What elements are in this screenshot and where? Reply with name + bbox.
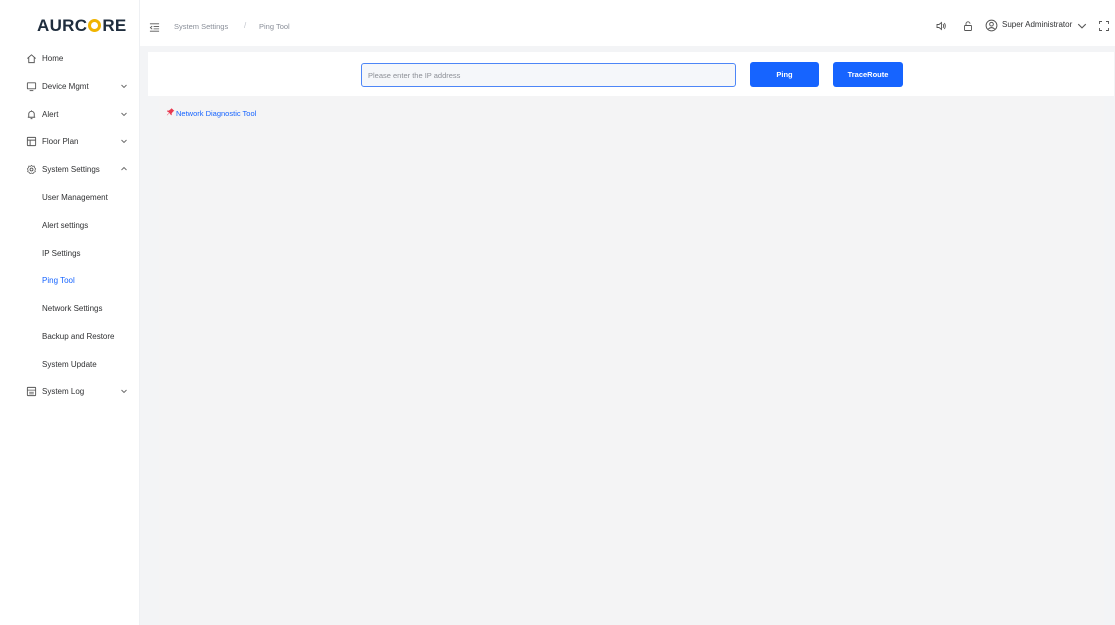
monitor-icon (26, 81, 37, 92)
sidebar-subitem-user-management[interactable]: User Management (0, 184, 140, 210)
sidebar-subitem-network-settings[interactable]: Network Settings (0, 295, 140, 321)
traceroute-button[interactable]: TraceRoute (833, 62, 903, 87)
sidebar-subitem-alert-settings[interactable]: Alert settings (0, 212, 140, 238)
log-icon (26, 386, 37, 397)
logo-text: RE (102, 16, 127, 35)
sidebar-subitem-label: System Update (42, 359, 97, 369)
speaker-icon[interactable] (935, 20, 947, 32)
lock-icon[interactable] (962, 20, 974, 32)
chevron-up-icon (121, 166, 127, 171)
sidebar-item-label: Home (42, 53, 64, 63)
breadcrumb-separator: / (244, 21, 247, 30)
sidebar-item-system-settings[interactable]: System Settings (0, 156, 140, 182)
sidebar-subitem-system-update[interactable]: System Update (0, 351, 140, 377)
home-icon (26, 53, 37, 64)
sidebar-item-device-mgmt[interactable]: Device Mgmt (0, 73, 140, 99)
top-header: System Settings / Ping Tool Super Admini… (140, 0, 1115, 52)
sidebar-subitem-label: Ping Tool (42, 275, 75, 285)
sidebar-item-label: System Log (42, 386, 85, 396)
sidebar-item-home[interactable]: Home (0, 45, 140, 71)
menu-fold-icon[interactable] (149, 22, 160, 33)
chevron-down-icon[interactable] (1077, 21, 1087, 31)
floor-plan-icon (26, 136, 37, 147)
sidebar-item-system-log[interactable]: System Log (0, 378, 140, 404)
chevron-down-icon (121, 389, 127, 394)
logo-ring-icon (88, 19, 102, 32)
sidebar-item-floor-plan[interactable]: Floor Plan (0, 128, 140, 154)
sidebar-subitem-label: IP Settings (42, 248, 81, 258)
app-root: WLGC-0305 19396 WLGC-0305 19396 WLGC-030… (0, 0, 1115, 625)
diagnostic-result-panel (159, 96, 1104, 625)
user-avatar-icon[interactable] (985, 19, 998, 32)
chevron-down-icon (121, 84, 127, 89)
ping-button[interactable]: Ping (750, 62, 819, 87)
sidebar-subitem-backup-and-restore[interactable]: Backup and Restore (0, 323, 140, 349)
sidebar-subitem-ip-settings[interactable]: IP Settings (0, 240, 140, 266)
sidebar-subitem-label: Network Settings (42, 303, 103, 313)
logo-text: AURC (37, 16, 88, 35)
pin-icon (166, 108, 175, 116)
sidebar-item-label: Alert (42, 109, 59, 119)
sidebar-subitem-label: Backup and Restore (42, 331, 115, 341)
sidebar-subitem-ping-tool[interactable]: Ping Tool (0, 267, 140, 293)
bell-icon (26, 109, 37, 120)
ip-address-input[interactable] (361, 63, 736, 87)
sidebar-item-label: Floor Plan (42, 136, 79, 146)
gear-icon (26, 164, 37, 175)
sidebar-subitem-label: User Management (42, 192, 108, 202)
sidebar: AURC RE Home Device Mgmt Alert Floor Pla… (0, 0, 140, 625)
chevron-down-icon (121, 139, 127, 144)
sidebar-subitem-label: Alert settings (42, 220, 89, 230)
user-name[interactable]: Super Administrator (1002, 20, 1072, 29)
sidebar-item-alert[interactable]: Alert (0, 101, 140, 127)
panel-title: Network Diagnostic Tool (176, 109, 257, 118)
fullscreen-icon[interactable] (1098, 20, 1110, 32)
breadcrumb-item: Ping Tool (259, 22, 290, 31)
sidebar-item-label: Device Mgmt (42, 81, 89, 91)
chevron-down-icon (121, 112, 127, 117)
logo: AURC RE (37, 16, 127, 36)
breadcrumb-item[interactable]: System Settings (174, 22, 228, 31)
sidebar-item-label: System Settings (42, 164, 100, 174)
